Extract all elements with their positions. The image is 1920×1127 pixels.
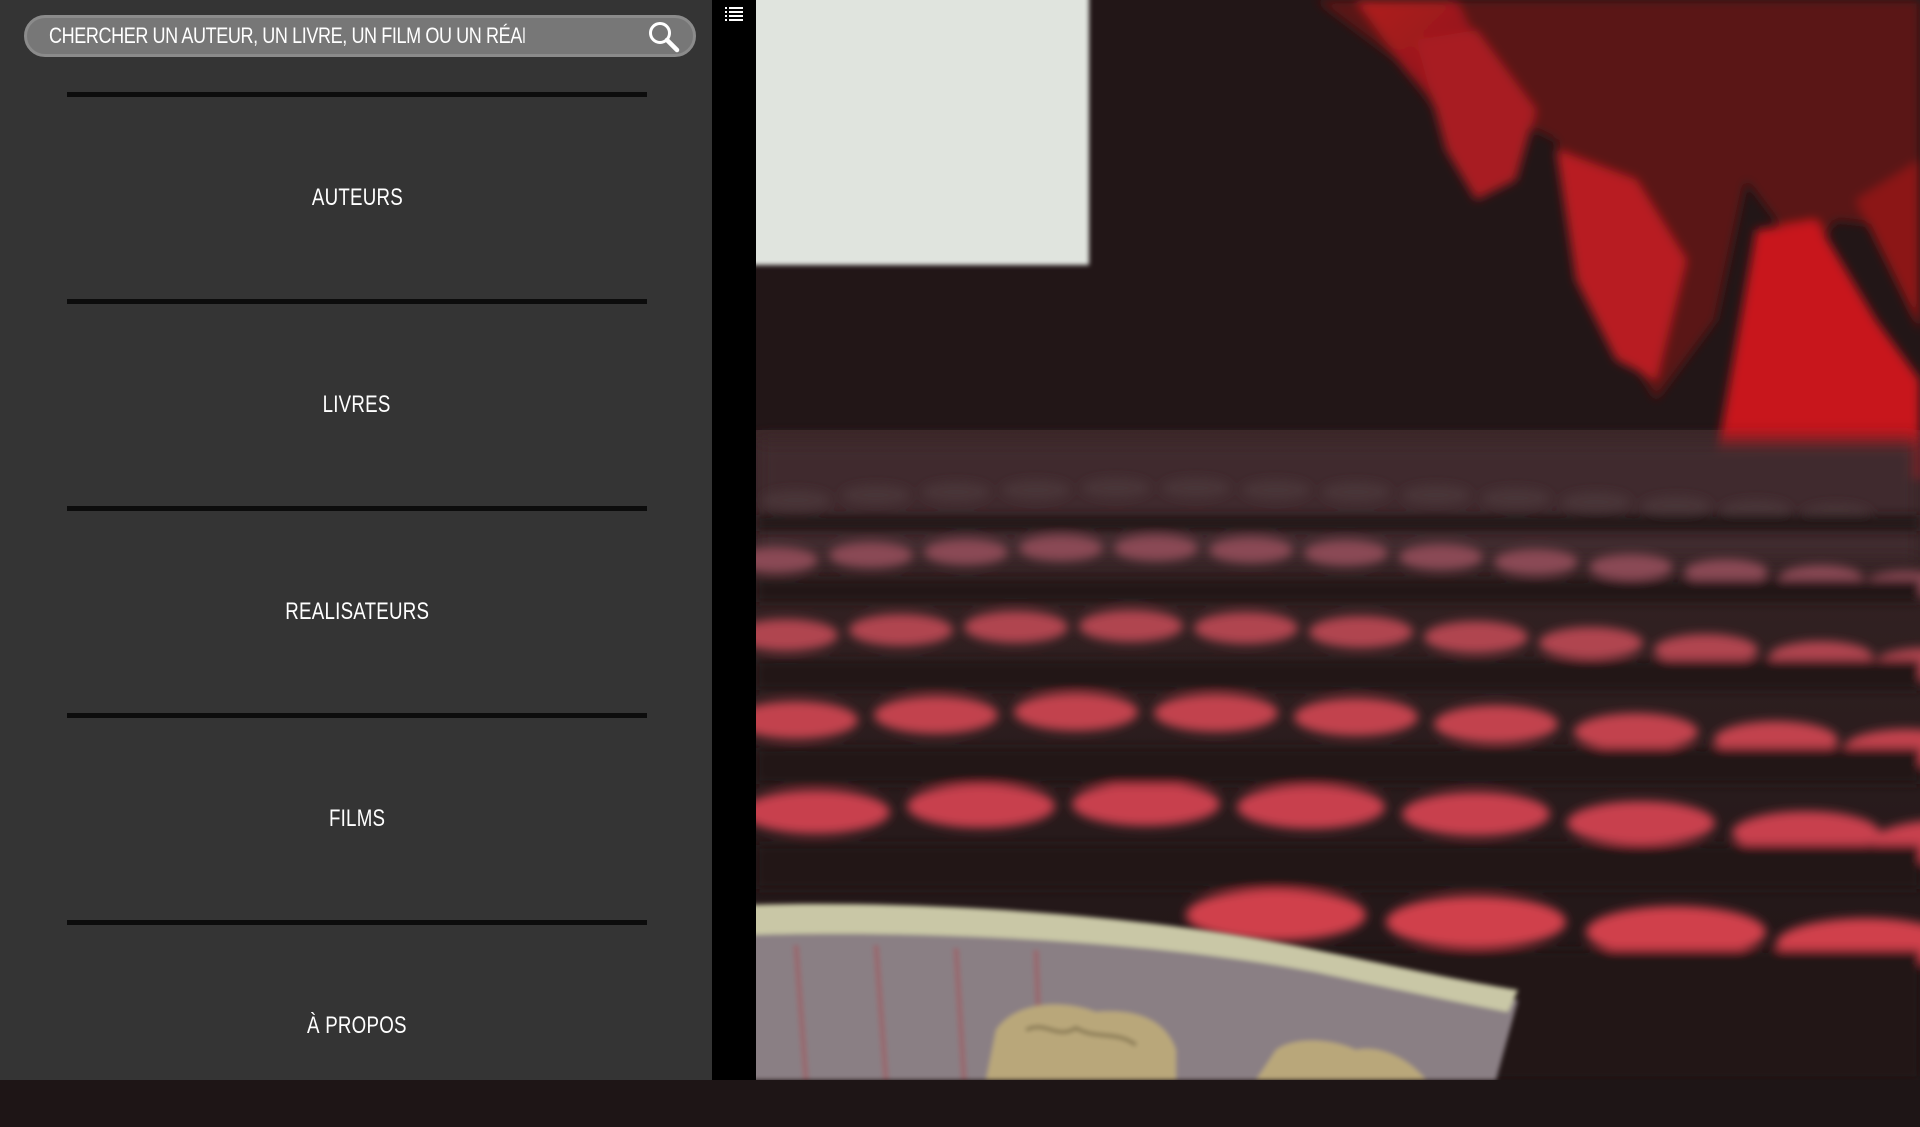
- magnifier-icon: [649, 22, 680, 53]
- search-input[interactable]: [49, 18, 525, 54]
- cinema-illustration: [756, 0, 1920, 1080]
- search-button[interactable]: [647, 20, 681, 54]
- nav-item-a-propos[interactable]: À PROPOS: [67, 925, 647, 1127]
- nav-item-auteurs[interactable]: AUTEURS: [67, 97, 647, 299]
- main-nav: AUTEURS LIVRES REALISATEURS FILMS À PROP…: [67, 92, 647, 1127]
- nav-item-label: FILMS: [328, 805, 386, 832]
- nav-item-label: À PROPOS: [307, 1012, 407, 1039]
- nav-item-label: LIVRES: [322, 391, 391, 418]
- nav-item-livres[interactable]: LIVRES: [67, 304, 647, 506]
- menu-toggle-button[interactable]: [725, 6, 743, 22]
- sidebar: AUTEURS LIVRES REALISATEURS FILMS À PROP…: [0, 0, 712, 1080]
- nav-item-realisateurs[interactable]: REALISATEURS: [67, 511, 647, 713]
- nav-item-films[interactable]: FILMS: [67, 718, 647, 920]
- nav-item-label: REALISATEURS: [285, 598, 429, 625]
- nav-item-label: AUTEURS: [311, 184, 403, 211]
- list-icon: [725, 7, 743, 21]
- menu-toggle-strip: [712, 0, 756, 1080]
- hero-background-image: [756, 0, 1920, 1080]
- search-bar: [24, 15, 696, 57]
